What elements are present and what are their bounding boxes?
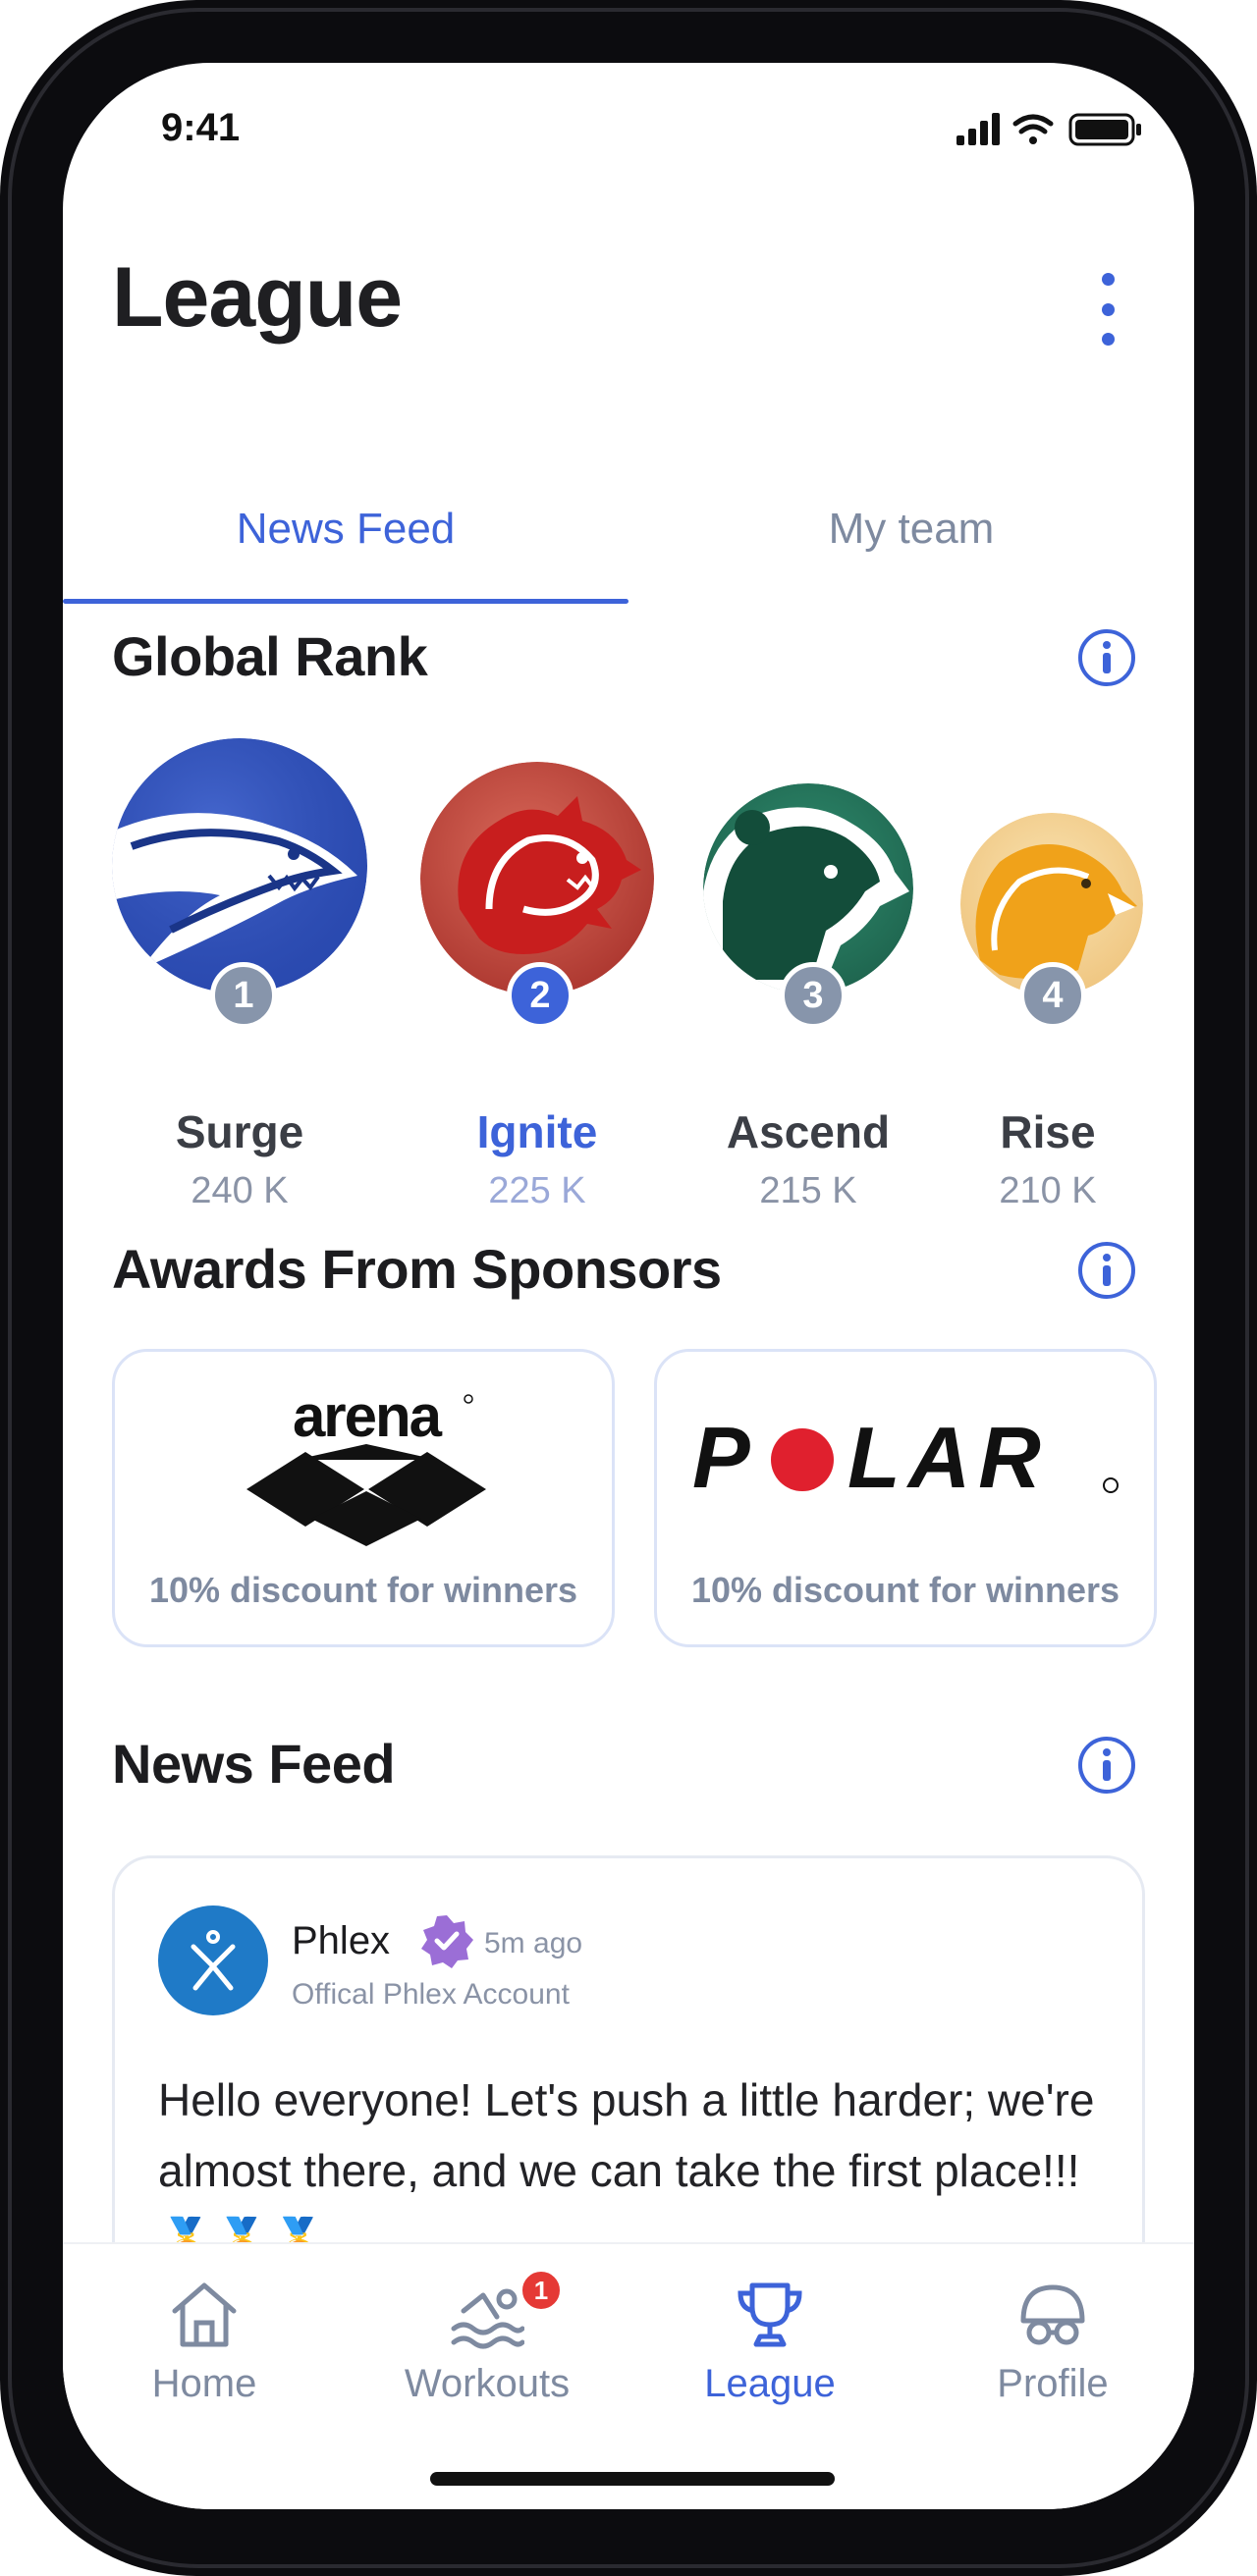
rank-badge: 2 xyxy=(507,962,574,1029)
home-icon xyxy=(172,2282,237,2347)
sponsors-info-button[interactable] xyxy=(1078,1242,1135,1299)
active-tab-indicator xyxy=(63,599,628,604)
nav-label: Workouts xyxy=(404,2362,571,2405)
status-icons xyxy=(956,112,1143,147)
dot-icon xyxy=(1101,302,1115,316)
author-name: Phlex xyxy=(292,1919,391,1962)
polar-logo: P LAR xyxy=(692,1421,1119,1506)
verified-badge-icon xyxy=(421,1915,473,1968)
home-indicator xyxy=(430,2472,835,2486)
news-feed-info-button[interactable] xyxy=(1078,1737,1135,1794)
team-name: Ignite xyxy=(476,1106,598,1157)
rank-badge: 4 xyxy=(1019,962,1086,1029)
status-time: 9:41 xyxy=(161,106,241,149)
news-feed-title: News Feed xyxy=(112,1733,396,1795)
info-icon xyxy=(1103,1748,1111,1781)
svg-text:LAR: LAR xyxy=(847,1421,1049,1506)
team-name: Rise xyxy=(1000,1106,1096,1157)
sponsor-caption: 10% discount for winners xyxy=(690,1570,1120,1610)
author-subtitle: Offical Phlex Account xyxy=(292,1978,570,2011)
sponsor-card-arena[interactable]: arena 10% discount for winners xyxy=(112,1349,615,1647)
global-rank-info-button[interactable] xyxy=(1078,629,1135,686)
dot-icon xyxy=(1101,272,1115,286)
nav-profile[interactable]: Profile xyxy=(911,2244,1194,2509)
global-rank-title: Global Rank xyxy=(112,625,428,687)
team-logo-ignite[interactable] xyxy=(420,762,654,995)
more-options-button[interactable] xyxy=(1088,255,1127,363)
bottom-nav: Home 1 Workouts League Profile xyxy=(63,2242,1194,2509)
wifi-icon xyxy=(1012,114,1054,144)
svg-text:P: P xyxy=(692,1421,756,1506)
battery-icon xyxy=(1068,113,1141,146)
swimmer-icon xyxy=(451,2288,524,2349)
team-score: 215 K xyxy=(759,1170,857,1211)
tab-my-team[interactable]: My team xyxy=(628,505,1194,554)
tab-news-feed[interactable]: News Feed xyxy=(63,505,628,554)
nav-home[interactable]: Home xyxy=(63,2244,346,2509)
sponsor-caption: 10% discount for winners xyxy=(148,1570,578,1610)
phone-frame: 9:41 League News Feed My team Global Ran… xyxy=(0,0,1257,2576)
author-avatar[interactable] xyxy=(158,1905,268,2015)
team-score: 240 K xyxy=(191,1170,289,1211)
phlex-logo-icon xyxy=(191,1930,236,1991)
team-logo-surge[interactable] xyxy=(112,738,367,993)
team-score: 225 K xyxy=(488,1170,586,1211)
team-name: Surge xyxy=(175,1106,304,1157)
svg-text:arena: arena xyxy=(293,1383,443,1449)
info-icon xyxy=(1103,641,1111,673)
nav-league[interactable]: League xyxy=(628,2244,911,2509)
trophy-icon xyxy=(738,2282,802,2347)
tab-bar: News Feed My team xyxy=(63,465,1194,604)
post-time: 5m ago xyxy=(484,1927,583,1959)
nav-label: Profile xyxy=(997,2362,1109,2405)
swim-cap-goggles-icon xyxy=(1020,2284,1085,2345)
sponsor-card-polar[interactable]: P LAR 10% discount for winners xyxy=(654,1349,1157,1647)
arena-logo: arena xyxy=(246,1383,486,1546)
rank-badge: 3 xyxy=(780,962,847,1029)
nav-label: Home xyxy=(151,2362,257,2405)
page-title: League xyxy=(112,250,403,345)
team-score: 210 K xyxy=(999,1170,1097,1211)
info-icon xyxy=(1103,1254,1111,1286)
app-screen: 9:41 League News Feed My team Global Ran… xyxy=(63,63,1194,2509)
rank-badge: 1 xyxy=(210,962,277,1029)
notification-badge: 1 xyxy=(519,2268,564,2313)
dot-icon xyxy=(1101,333,1115,347)
sponsors-title: Awards From Sponsors xyxy=(112,1238,722,1300)
team-name: Ascend xyxy=(726,1106,891,1157)
signal-icon xyxy=(956,113,1000,145)
nav-label: League xyxy=(704,2362,836,2405)
nav-workouts[interactable]: 1 Workouts xyxy=(346,2244,628,2509)
